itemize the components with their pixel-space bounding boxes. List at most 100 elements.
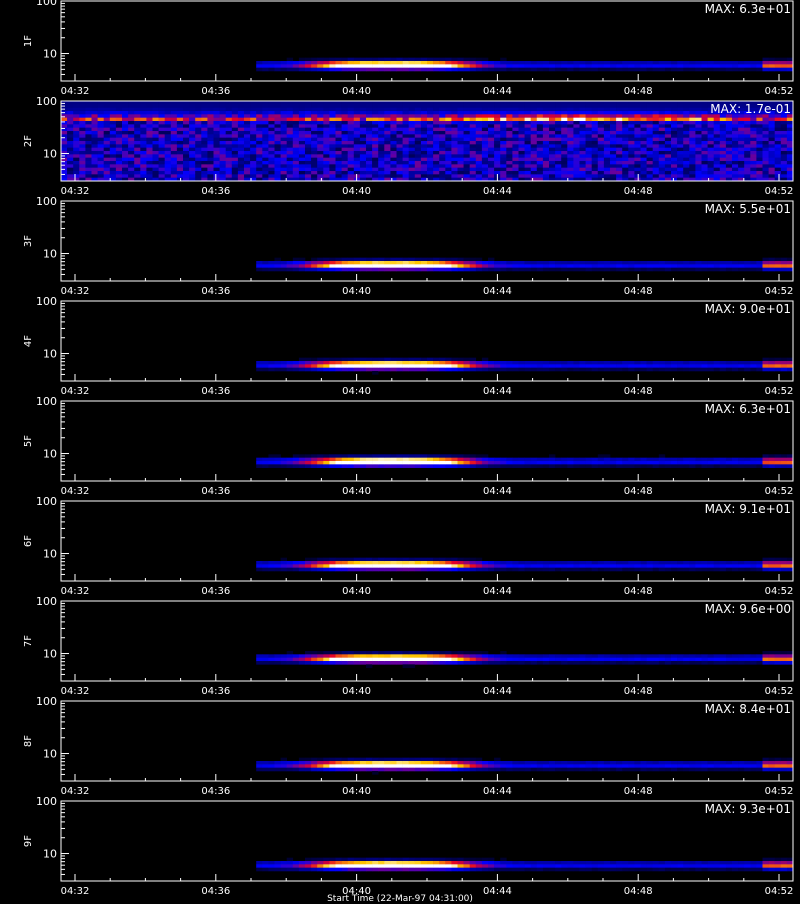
heatmap-cell <box>592 264 598 268</box>
heatmap-cell <box>537 118 543 122</box>
heatmap-cell <box>488 268 494 272</box>
heatmap-cell <box>677 111 683 115</box>
heatmap-cell <box>134 151 140 155</box>
heatmap-cell <box>403 364 409 368</box>
heatmap-cell <box>763 454 769 458</box>
heatmap-cell <box>519 118 525 122</box>
heatmap-cell <box>476 364 482 368</box>
heatmap-cell <box>549 461 555 465</box>
heatmap-cell <box>537 134 543 138</box>
x-tick-label: 04:52 <box>765 486 794 497</box>
heatmap-cell <box>403 661 409 665</box>
heatmap-cell <box>293 148 299 152</box>
heatmap-cell <box>183 134 189 138</box>
heatmap-cell <box>476 114 482 118</box>
heatmap-cell <box>537 368 543 372</box>
heatmap-cell <box>366 114 372 118</box>
heatmap-cell <box>567 121 573 125</box>
heatmap-cell <box>354 154 360 158</box>
heatmap-cell <box>506 124 512 128</box>
heatmap-cell <box>110 111 116 115</box>
heatmap-cell <box>293 654 299 658</box>
heatmap-cell <box>573 121 579 125</box>
heatmap-cell <box>342 558 348 562</box>
heatmap-cell <box>354 651 360 655</box>
heatmap-cell <box>171 104 177 108</box>
heatmap-cell <box>146 104 152 108</box>
heatmap-cell <box>604 134 610 138</box>
heatmap-cell <box>634 461 640 465</box>
heatmap-cell <box>580 564 586 568</box>
heatmap-cell <box>397 361 403 365</box>
heatmap-cell <box>336 151 342 155</box>
heatmap-cell <box>183 114 189 118</box>
heatmap-cell <box>299 264 305 268</box>
heatmap-cell <box>622 168 628 172</box>
heatmap-cell <box>336 368 342 372</box>
heatmap-cell <box>561 151 567 155</box>
heatmap-cell <box>561 141 567 145</box>
heatmap-cell <box>384 161 390 165</box>
heatmap-cell <box>689 134 695 138</box>
heatmap-cell <box>683 361 689 365</box>
panel-3: 1010004:3204:3604:4004:4404:4804:523FMAX… <box>23 195 793 297</box>
heatmap-cell <box>195 161 201 165</box>
heatmap-cell <box>451 64 457 68</box>
heatmap-cell <box>153 131 159 135</box>
heatmap-cell <box>433 134 439 138</box>
heatmap-cell <box>756 68 762 72</box>
heatmap-cell <box>714 144 720 148</box>
heatmap-cell <box>683 368 689 372</box>
heatmap-cell <box>641 561 647 565</box>
heatmap-cell <box>622 151 628 155</box>
heatmap-cell <box>360 118 366 122</box>
heatmap-cell <box>336 461 342 465</box>
heatmap-cell <box>695 661 701 665</box>
heatmap-cell <box>427 138 433 142</box>
heatmap-cell <box>586 101 592 105</box>
heatmap-cell <box>439 114 445 118</box>
heatmap-cell <box>750 168 756 172</box>
heatmap-cell <box>610 101 616 105</box>
heatmap-cell <box>573 131 579 135</box>
heatmap-cell <box>397 461 403 465</box>
heatmap-cell <box>488 654 494 658</box>
heatmap-cell <box>397 661 403 665</box>
heatmap-cell <box>85 161 91 165</box>
heatmap-cell <box>561 101 567 105</box>
heatmap-cell <box>275 364 281 368</box>
heatmap-cell <box>98 124 104 128</box>
heatmap-cell <box>439 134 445 138</box>
heatmap-cell <box>415 161 421 165</box>
heatmap-cell <box>293 168 299 172</box>
heatmap-cell <box>305 148 311 152</box>
heatmap-cell <box>677 154 683 158</box>
heatmap-cell <box>604 168 610 172</box>
heatmap-cell <box>744 124 750 128</box>
heatmap-cell <box>567 264 573 268</box>
heatmap-cell <box>720 461 726 465</box>
heatmap-cell <box>659 561 665 565</box>
heatmap-cell <box>708 174 714 178</box>
heatmap-cell <box>183 131 189 135</box>
heatmap-cell <box>336 104 342 108</box>
heatmap-cell <box>305 118 311 122</box>
heatmap-cell <box>140 101 146 105</box>
heatmap-cell <box>512 61 518 65</box>
heatmap-cell <box>317 144 323 148</box>
heatmap-cell <box>372 171 378 175</box>
heatmap-cell <box>287 568 293 572</box>
heatmap-cell <box>665 154 671 158</box>
heatmap-cell <box>183 141 189 145</box>
heatmap-cell <box>397 61 403 65</box>
heatmap-cell <box>659 124 665 128</box>
heatmap-cell <box>348 58 354 62</box>
heatmap-cell <box>488 564 494 568</box>
heatmap-cell <box>634 118 640 122</box>
heatmap-cell <box>598 134 604 138</box>
heatmap-cell <box>323 651 329 655</box>
heatmap-cell <box>543 61 549 65</box>
heatmap-cell <box>726 164 732 168</box>
heatmap-cell <box>506 561 512 565</box>
heatmap-cell <box>415 61 421 65</box>
